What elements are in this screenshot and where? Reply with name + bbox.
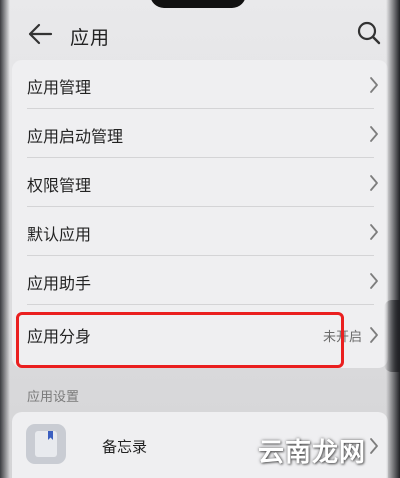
settings-item-app-launch[interactable]: 应用启动管理 [12,109,388,158]
device-edge-right [386,0,400,478]
chevron-right-icon [370,224,378,240]
chevron-right-icon [370,126,378,142]
settings-item-label: 默认应用 [27,225,92,244]
memo-app-icon [26,424,66,464]
watermark-logo: 云南龙网 [258,438,367,468]
settings-item-label: 权限管理 [27,176,92,195]
chevron-right-icon [370,175,378,191]
settings-item-label: 应用启动管理 [27,127,124,146]
settings-item-default-apps[interactable]: 默认应用 [12,207,388,256]
settings-item-label: 应用管理 [27,78,92,97]
settings-item-app-twin[interactable]: 应用分身 未开启 [12,305,388,365]
chevron-right-icon [370,77,378,93]
back-arrow-icon[interactable] [27,22,53,46]
app-header: 应用 [0,16,400,56]
settings-card: 应用管理 应用启动管理 权限管理 默认应用 应用助手 应用分身 未开启 [12,60,388,368]
page-title: 应用 [70,27,111,49]
search-icon[interactable] [356,20,382,46]
app-name: 备忘录 [102,438,148,456]
settings-item-app-assistant[interactable]: 应用助手 [12,256,388,305]
chevron-right-icon [370,327,378,343]
settings-item-label: 应用助手 [27,274,92,293]
camera-notch [150,0,246,8]
device-edge-left [0,0,10,478]
settings-item-permissions[interactable]: 权限管理 [12,158,388,207]
settings-item-value: 未开启 [322,330,362,345]
settings-item-app-management[interactable]: 应用管理 [12,60,388,109]
chevron-right-icon [370,438,378,454]
phone-screen: 应用 应用管理 应用启动管理 权限管理 默认应用 应用助手 应用分身 未开启 应… [0,0,400,478]
section-header-app-settings: 应用设置 [27,390,80,405]
chevron-right-icon [370,273,378,289]
settings-item-label: 应用分身 [27,327,92,346]
